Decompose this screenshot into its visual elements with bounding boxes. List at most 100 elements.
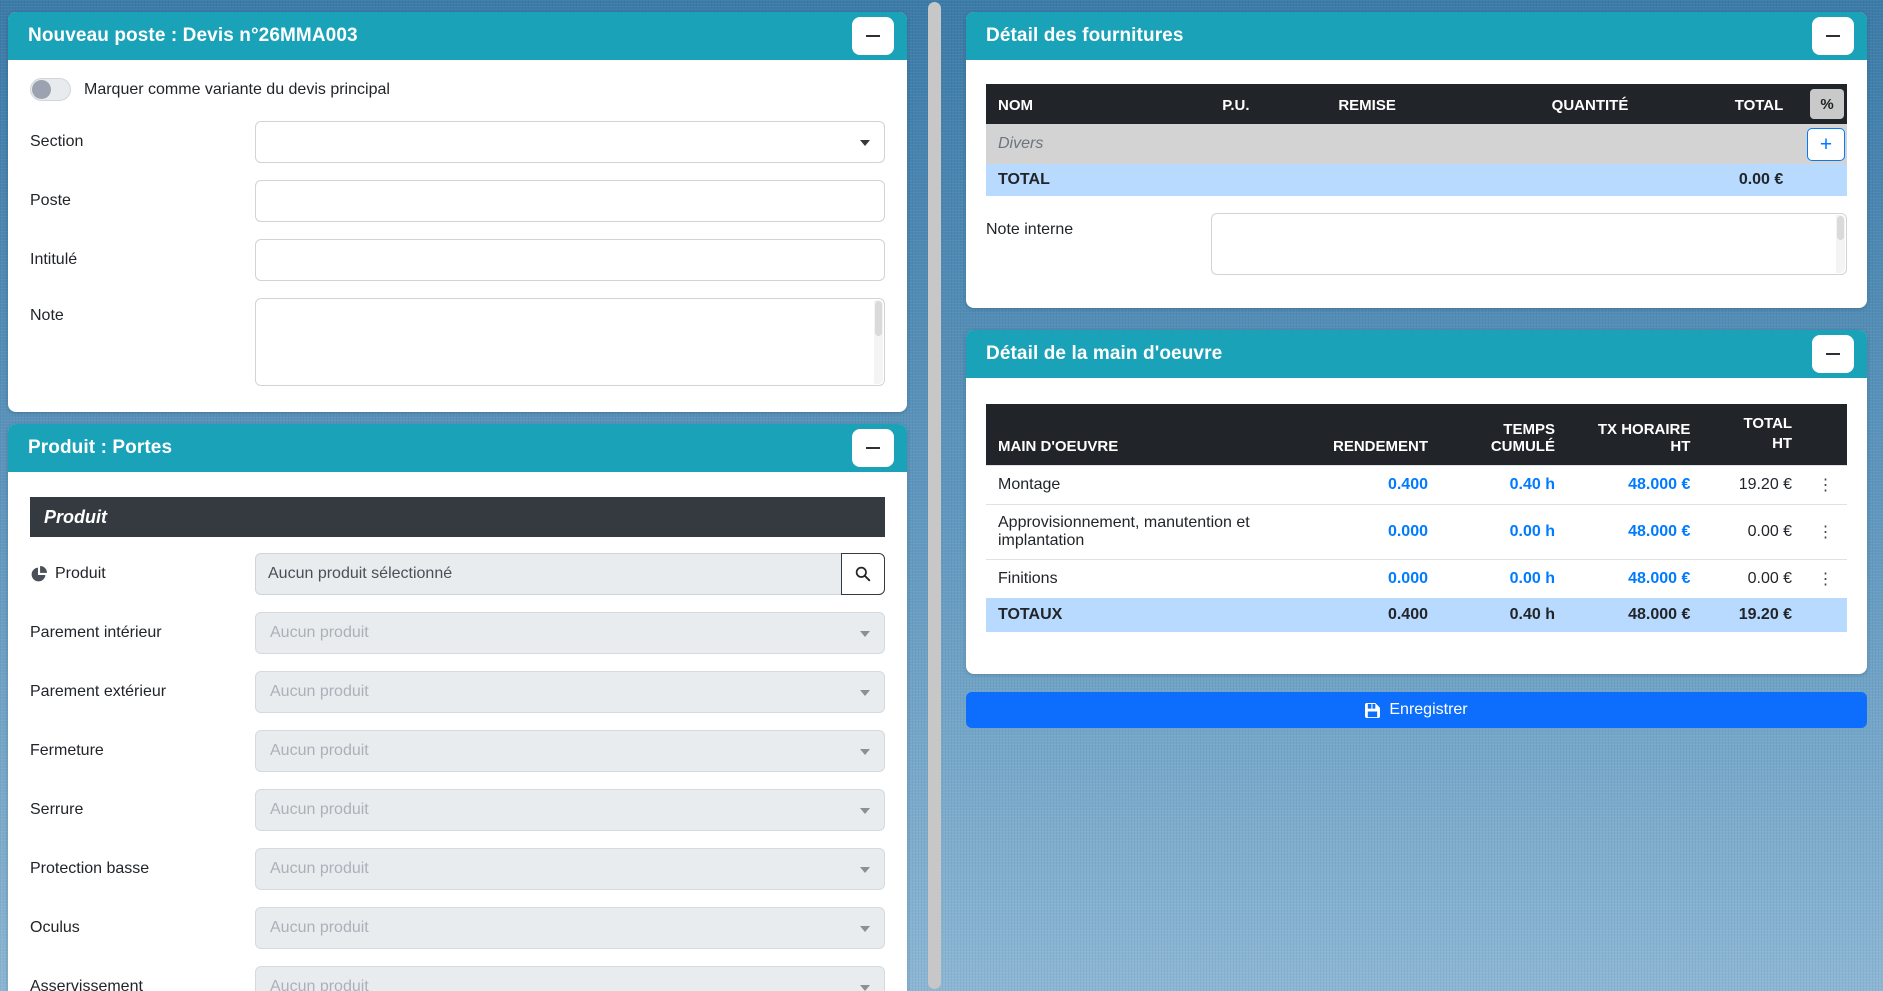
asservissement-select[interactable]: Aucun produit	[255, 966, 885, 991]
intitule-label: Intitulé	[30, 251, 255, 269]
produit-section-bar: Produit	[30, 497, 885, 537]
total-label: TOTAL	[986, 164, 1158, 196]
note-textarea[interactable]	[256, 299, 884, 385]
mo-row-approvisionnement: Approvisionnement, manutention et implan…	[986, 504, 1847, 559]
collapse-button[interactable]	[852, 429, 894, 467]
select-placeholder: Aucun produit	[270, 978, 369, 991]
protection-basse-label: Protection basse	[30, 860, 255, 878]
panel-title: Nouveau poste : Devis n°26MMA003	[28, 25, 358, 47]
group-cell: Divers	[986, 124, 1795, 164]
chevron-down-icon	[860, 140, 870, 146]
field-row-oculus: Oculus Aucun produit	[30, 907, 885, 949]
vertical-scrollbar[interactable]	[928, 2, 941, 989]
mo-total: 0.00 €	[1702, 559, 1804, 598]
panel-nouveau-poste-body: Marquer comme variante du devis principa…	[8, 60, 907, 386]
chevron-down-icon	[860, 749, 870, 755]
parement-exterieur-select[interactable]: Aucun produit	[255, 671, 885, 713]
panel-main-oeuvre: Détail de la main d'oeuvre MAIN D'OEUVRE…	[966, 330, 1867, 674]
panel-produit-header: Produit : Portes	[8, 424, 907, 472]
chevron-down-icon	[860, 690, 870, 696]
minimize-icon	[1826, 35, 1840, 37]
col-actions: %	[1795, 84, 1847, 124]
row-menu-kebab-icon[interactable]: ⋮	[1804, 559, 1847, 598]
col-total: TOTAL	[1640, 84, 1795, 124]
col-quantite: QUANTITÉ	[1408, 84, 1640, 124]
temps-value-link[interactable]: 0.00 h	[1510, 570, 1555, 587]
section-select[interactable]	[255, 121, 885, 163]
field-row-produit: Produit Aucun produit sélectionné	[30, 553, 885, 595]
chevron-down-icon	[860, 808, 870, 814]
percent-button[interactable]: %	[1810, 89, 1844, 119]
parement-exterieur-label: Parement extérieur	[30, 683, 255, 701]
note-interne-row: Note interne	[986, 213, 1847, 275]
produit-search-button[interactable]	[841, 553, 885, 595]
row-menu-kebab-icon[interactable]: ⋮	[1804, 504, 1847, 559]
taux-value-link[interactable]: 48.000 €	[1628, 523, 1690, 540]
field-row-note: Note	[30, 298, 885, 386]
serrure-select[interactable]: Aucun produit	[255, 789, 885, 831]
select-placeholder: Aucun produit	[270, 683, 369, 701]
taux-value-link[interactable]: 48.000 €	[1628, 476, 1690, 493]
fermeture-select[interactable]: Aucun produit	[255, 730, 885, 772]
produit-label-wrap: Produit	[30, 565, 255, 583]
select-placeholder: Aucun produit	[270, 919, 369, 937]
fournitures-header-row: NOM P.U. REMISE QUANTITÉ TOTAL %	[986, 84, 1847, 124]
field-row-poste: Poste	[30, 180, 885, 222]
fournitures-total-row: TOTAL 0.00 €	[986, 164, 1847, 196]
mo-totals-row: TOTAUX 0.400 0.40 h 48.000 € 19.20 €	[986, 598, 1847, 632]
scrollbar-thumb	[875, 301, 882, 336]
variant-toggle[interactable]	[30, 78, 71, 101]
group-label: Divers	[998, 135, 1043, 152]
rendement-value-link[interactable]: 0.000	[1388, 570, 1428, 587]
taux-value-link[interactable]: 48.000 €	[1628, 570, 1690, 587]
poste-input[interactable]	[255, 180, 885, 222]
collapse-button[interactable]	[852, 17, 894, 55]
collapse-button[interactable]	[1812, 17, 1854, 55]
variant-toggle-label: Marquer comme variante du devis principa…	[84, 81, 390, 99]
chevron-down-icon	[860, 631, 870, 637]
add-line-button[interactable]: +	[1807, 128, 1845, 161]
mo-row-finitions: Finitions 0.000 0.00 h 48.000 € 0.00 € ⋮	[986, 559, 1847, 598]
field-row-fermeture: Fermeture Aucun produit	[30, 730, 885, 772]
temps-value-link[interactable]: 0.40 h	[1510, 476, 1555, 493]
section-label: Section	[30, 133, 255, 151]
oculus-select[interactable]: Aucun produit	[255, 907, 885, 949]
protection-basse-select[interactable]: Aucun produit	[255, 848, 885, 890]
note-interne-textarea[interactable]	[1212, 214, 1846, 274]
col-remise: REMISE	[1262, 84, 1408, 124]
chevron-down-icon	[860, 867, 870, 873]
row-menu-kebab-icon[interactable]: ⋮	[1804, 465, 1847, 504]
panel-main-oeuvre-body: MAIN D'OEUVRE RENDEMENT TEMPS CUMULÉ TX …	[966, 378, 1867, 652]
rendement-value-link[interactable]: 0.400	[1388, 476, 1428, 493]
app-background: Nouveau poste : Devis n°26MMA003 Marquer…	[0, 0, 1883, 991]
panel-title: Détail de la main d'oeuvre	[986, 343, 1222, 365]
select-placeholder: Aucun produit	[270, 860, 369, 878]
minimize-icon	[866, 35, 880, 37]
produit-selected-value: Aucun produit sélectionné	[255, 553, 841, 595]
note-label: Note	[30, 298, 255, 325]
parement-interieur-label: Parement intérieur	[30, 624, 255, 642]
col-temps-cumule: TEMPS CUMULÉ	[1440, 404, 1567, 465]
note-interne-label: Note interne	[986, 213, 1211, 239]
textarea-scrollbar[interactable]	[1836, 215, 1845, 273]
panel-fournitures-body: NOM P.U. REMISE QUANTITÉ TOTAL % Divers …	[966, 60, 1867, 295]
note-interne-wrap	[1211, 213, 1847, 275]
panel-fournitures: Détail des fournitures NOM P.U. REMISE Q…	[966, 12, 1867, 308]
field-row-asservissement: Asservissement Aucun produit	[30, 966, 885, 991]
field-row-parement-exterieur: Parement extérieur Aucun produit	[30, 671, 885, 713]
rendement-value-link[interactable]: 0.000	[1388, 523, 1428, 540]
save-icon	[1365, 703, 1380, 718]
textarea-scrollbar[interactable]	[874, 300, 883, 384]
parement-interieur-select[interactable]: Aucun produit	[255, 612, 885, 654]
search-icon	[855, 566, 871, 582]
intitule-input[interactable]	[255, 239, 885, 281]
temps-value-link[interactable]: 0.00 h	[1510, 523, 1555, 540]
collapse-button[interactable]	[1812, 335, 1854, 373]
save-button-label: Enregistrer	[1389, 701, 1467, 719]
mo-total: 19.20 €	[1702, 465, 1804, 504]
totaux-empty-cell	[1804, 598, 1847, 632]
col-pu: P.U.	[1158, 84, 1261, 124]
save-button[interactable]: Enregistrer	[966, 692, 1867, 728]
mo-total: 0.00 €	[1702, 504, 1804, 559]
totaux-total: 19.20 €	[1702, 598, 1804, 632]
